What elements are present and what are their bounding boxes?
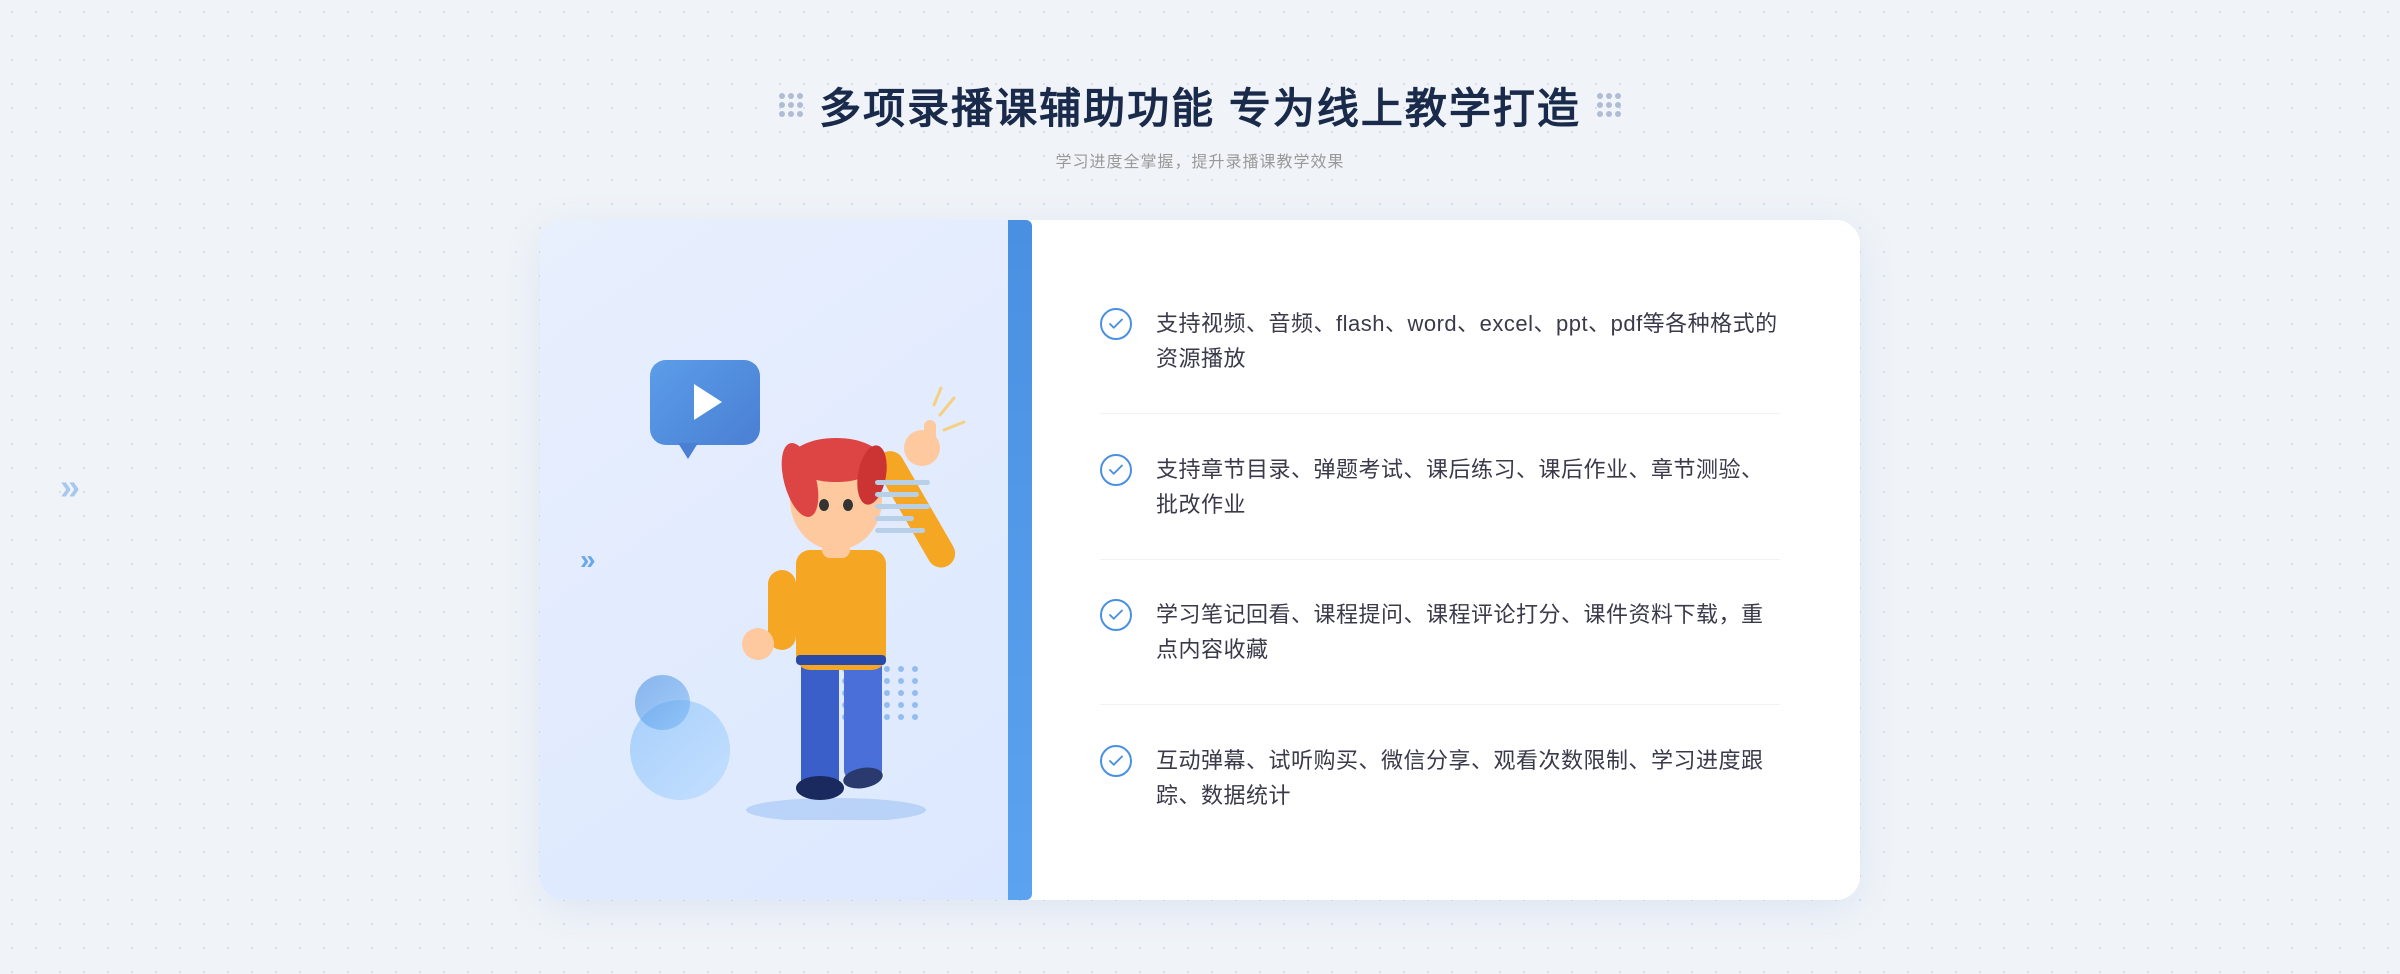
illustration-section: » (540, 220, 1020, 900)
divider-2 (1100, 559, 1780, 560)
illustration (610, 300, 950, 820)
left-decoration (779, 93, 803, 117)
dot (797, 111, 803, 117)
check-icon-1 (1100, 308, 1132, 340)
divider-1 (1100, 413, 1780, 414)
dot (788, 111, 794, 117)
feature-item-3: 学习笔记回看、课程提问、课程评论打分、课件资料下载，重点内容收藏 (1100, 581, 1780, 683)
person-illustration (696, 360, 976, 820)
page-title: 多项录播课辅助功能 专为线上教学打造 (819, 75, 1581, 136)
dot (1615, 93, 1621, 99)
dot (788, 93, 794, 99)
features-section: 支持视频、音频、flash、word、excel、ppt、pdf等各种格式的资源… (1020, 220, 1860, 900)
deco-line (875, 504, 930, 509)
line-decoration (875, 480, 930, 533)
deco-line (875, 516, 914, 521)
deco-line (875, 480, 930, 485)
dot (1597, 102, 1603, 108)
feature-item-4: 互动弹幕、试听购买、微信分享、观看次数限制、学习进度跟踪、数据统计 (1100, 727, 1780, 829)
dot (1615, 111, 1621, 117)
dot (1597, 111, 1603, 117)
dot (779, 93, 785, 99)
feature-item-2: 支持章节目录、弹题考试、课后练习、课后作业、章节测验、批改作业 (1100, 436, 1780, 538)
right-decoration (1597, 93, 1621, 117)
feature-text-1: 支持视频、音频、flash、word、excel、ppt、pdf等各种格式的资源… (1156, 306, 1780, 376)
page-subtitle: 学习进度全掌握，提升录播课教学效果 (779, 148, 1621, 172)
divider-3 (1100, 704, 1780, 705)
chevron-left-icon: » (580, 546, 596, 574)
dot (779, 111, 785, 117)
feature-text-4: 互动弹幕、试听购买、微信分享、观看次数限制、学习进度跟踪、数据统计 (1156, 743, 1780, 813)
dot (1606, 102, 1612, 108)
main-card: » (540, 220, 1860, 900)
check-icon-4 (1100, 745, 1132, 777)
dot-grid-left (779, 93, 803, 117)
dot (1615, 102, 1621, 108)
feature-text-2: 支持章节目录、弹题考试、课后练习、课后作业、章节测验、批改作业 (1156, 452, 1780, 522)
circle-small (635, 675, 690, 730)
dot (797, 102, 803, 108)
accent-bar (1008, 220, 1032, 900)
dot (797, 93, 803, 99)
deco-line (875, 492, 919, 497)
title-row: 多项录播课辅助功能 专为线上教学打造 (779, 75, 1621, 136)
feature-item-1: 支持视频、音频、flash、word、excel、ppt、pdf等各种格式的资源… (1100, 290, 1780, 392)
dot-grid-right (1597, 93, 1621, 117)
deco-line (875, 528, 925, 533)
dot (1597, 93, 1603, 99)
dot (1606, 93, 1612, 99)
page-container: 多项录播课辅助功能 专为线上教学打造 学习进度全掌握，提升录播课教学效果 (0, 0, 2400, 974)
dot (788, 102, 794, 108)
header-section: 多项录播课辅助功能 专为线上教学打造 学习进度全掌握，提升录播课教学效果 (779, 75, 1621, 172)
check-icon-3 (1100, 599, 1132, 631)
page-left-chevron-icon: » (60, 466, 80, 508)
dot (1606, 111, 1612, 117)
feature-text-3: 学习笔记回看、课程提问、课程评论打分、课件资料下载，重点内容收藏 (1156, 597, 1780, 667)
check-icon-2 (1100, 454, 1132, 486)
dot (779, 102, 785, 108)
